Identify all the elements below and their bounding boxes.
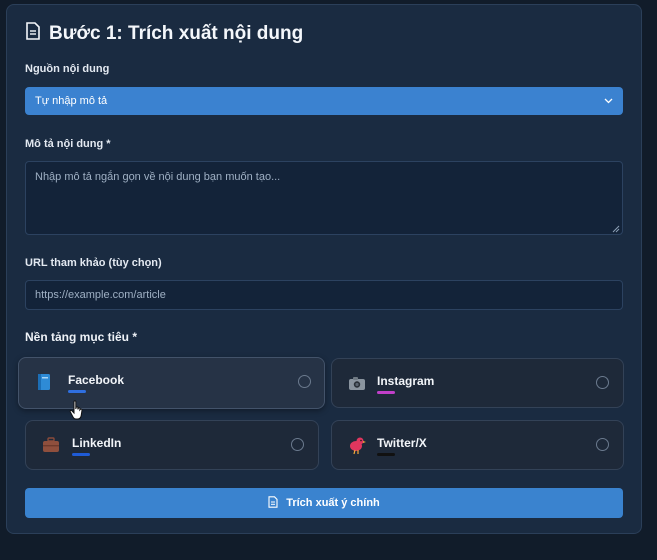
book-icon — [34, 372, 54, 392]
chevron-down-icon — [604, 95, 613, 107]
platform-card-linkedin[interactable]: LinkedIn — [25, 420, 319, 470]
document-icon — [25, 22, 41, 45]
platform-accent-bar — [72, 453, 90, 456]
platform-accent-bar — [68, 390, 86, 393]
source-select-value: Tự nhập mô tả — [35, 95, 108, 107]
platform-radio[interactable] — [596, 438, 609, 451]
resize-handle-icon[interactable] — [612, 224, 620, 233]
hand-cursor-icon — [69, 400, 85, 427]
platform-card-instagram[interactable]: Instagram — [331, 358, 624, 408]
description-placeholder: Nhập mô tả ngắn gọn về nội dung bạn muốn… — [35, 171, 281, 183]
extract-button[interactable]: Trích xuất ý chính — [25, 488, 623, 518]
page-title: Bước 1: Trích xuất nội dung — [49, 22, 304, 44]
description-textarea[interactable]: Nhập mô tả ngắn gọn về nội dung bạn muốn… — [25, 161, 623, 235]
platform-card-twitter[interactable]: Twitter/X — [331, 420, 624, 470]
platform-radio[interactable] — [596, 376, 609, 389]
platform-name: LinkedIn — [72, 436, 122, 450]
source-select[interactable]: Tự nhập mô tả — [25, 87, 623, 115]
camera-icon — [347, 373, 367, 393]
url-input[interactable]: https://example.com/article — [25, 280, 623, 310]
platform-name: Twitter/X — [377, 436, 427, 450]
briefcase-icon — [41, 435, 61, 455]
description-label: Mô tả nội dung * — [25, 138, 111, 150]
platform-radio[interactable] — [291, 438, 304, 451]
bird-icon — [347, 435, 367, 455]
document-icon — [268, 495, 278, 511]
platform-accent-bar — [377, 391, 395, 394]
platform-name: Facebook — [68, 373, 125, 387]
url-placeholder: https://example.com/article — [35, 289, 166, 301]
step-panel: Bước 1: Trích xuất nội dung Nguồn nội du… — [6, 4, 642, 534]
panel-header: Bước 1: Trích xuất nội dung — [25, 22, 303, 45]
extract-button-label: Trích xuất ý chính — [286, 497, 380, 509]
platform-name: Instagram — [377, 374, 435, 388]
platform-card-facebook[interactable]: Facebook — [18, 357, 325, 409]
platform-radio[interactable] — [298, 375, 311, 388]
source-label: Nguồn nội dung — [25, 63, 110, 75]
url-label: URL tham khảo (tùy chọn) — [25, 257, 162, 269]
platforms-title: Nền tảng mục tiêu * — [25, 330, 138, 344]
platform-accent-bar — [377, 453, 395, 456]
